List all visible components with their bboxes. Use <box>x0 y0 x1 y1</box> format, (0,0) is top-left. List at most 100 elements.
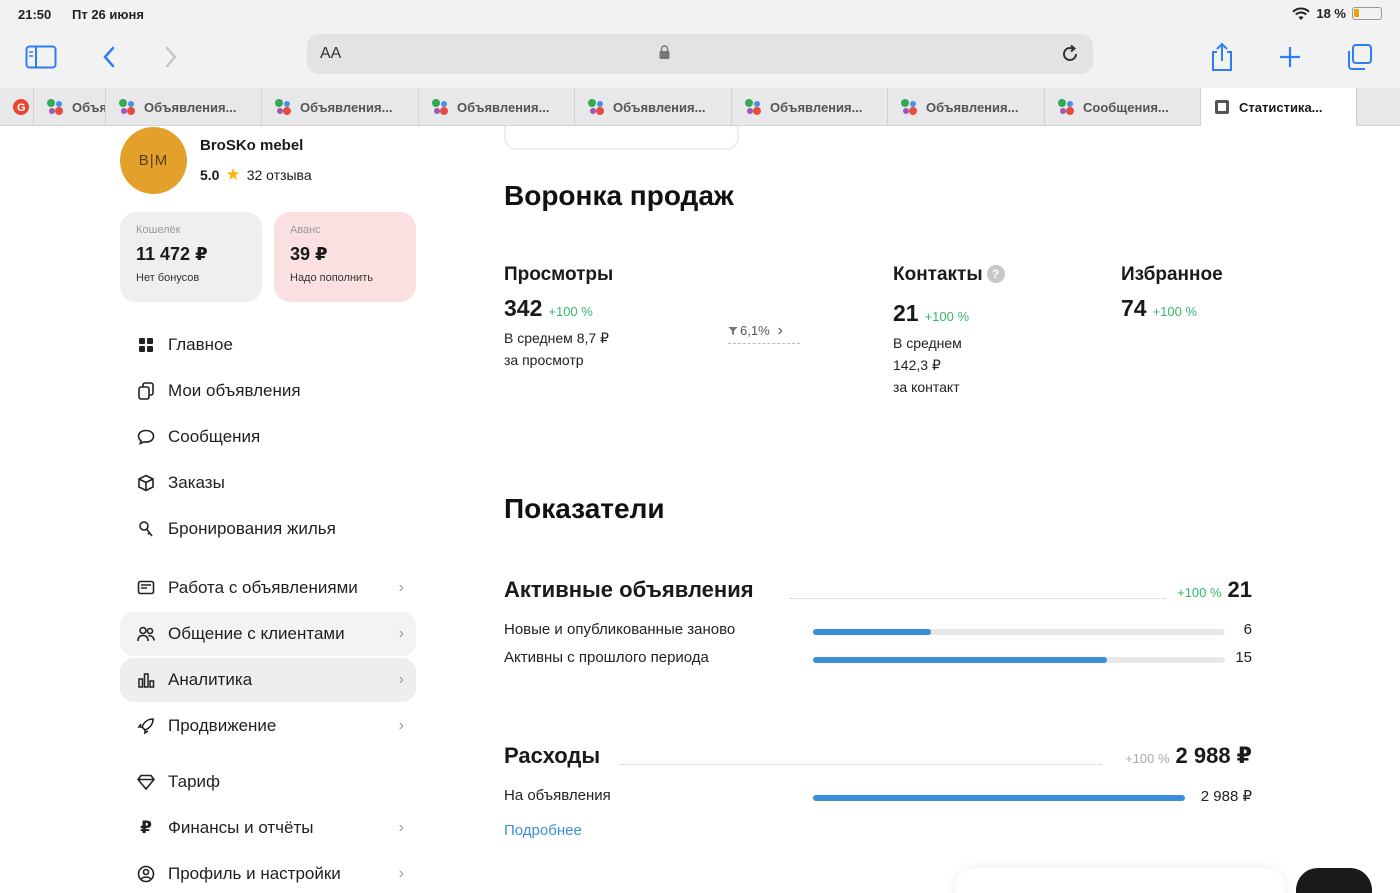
nav-promotion[interactable]: Продвижение › <box>120 704 416 748</box>
bar-chart-icon <box>136 670 156 690</box>
wifi-icon <box>1292 7 1311 20</box>
nav-tariff[interactable]: Тариф <box>120 760 416 804</box>
nav-ads-work[interactable]: Работа с объявлениями › <box>120 566 416 610</box>
avito-favicon-icon <box>588 99 604 115</box>
avatar-initials: B|M <box>138 152 169 169</box>
grid-icon <box>136 335 156 355</box>
conversion-link[interactable]: 6,1% › <box>728 318 800 344</box>
rocket-icon <box>136 716 156 736</box>
nav-my-ads[interactable]: Мои объявления <box>120 369 416 413</box>
filter-icon <box>728 326 738 335</box>
active-row-label: Новые и опубликованные заново <box>504 621 736 638</box>
reader-aa-button[interactable]: AA <box>320 45 341 63</box>
advance-value: 39 ₽ <box>290 244 328 264</box>
tab-label: Объявления... <box>926 99 1019 115</box>
chevron-right-icon: › <box>398 865 404 882</box>
nav-label: Главное <box>168 335 233 354</box>
nav-label: Бронирования жилья <box>168 519 336 538</box>
active-ads-total: 21 <box>1227 577 1252 602</box>
nav-clients[interactable]: Общение с клиентами › <box>120 612 416 656</box>
users-icon <box>136 624 156 644</box>
nav-messages[interactable]: Сообщения <box>120 415 416 459</box>
views-value-row: 342 +100 % <box>504 295 593 322</box>
tab-messages[interactable]: Сообщения... <box>1045 88 1201 126</box>
tabs-overview-icon[interactable] <box>1343 42 1375 72</box>
status-date: Пт 26 июня <box>72 7 144 22</box>
rating[interactable]: 5.0 ★ 32 отзыва <box>200 165 312 185</box>
forward-icon[interactable] <box>155 42 187 72</box>
avatar[interactable]: B|M <box>120 127 187 194</box>
chevron-right-icon: › <box>398 579 404 596</box>
tab-ads-3[interactable]: Объявления... <box>262 88 419 126</box>
nav-analytics[interactable]: Аналитика › <box>120 658 416 702</box>
expenses-row-value: 2 988 ₽ <box>1200 788 1252 805</box>
bottom-floating-panel[interactable] <box>955 868 1285 893</box>
tab-label: Объявления... <box>770 99 863 115</box>
ruble-icon: ₽ <box>140 818 152 837</box>
tab-statistics[interactable]: Статистика... <box>1201 88 1357 126</box>
address-bar[interactable]: AA <box>307 34 1093 74</box>
nav-label: Тариф <box>168 772 221 791</box>
views-value: 342 <box>504 295 543 321</box>
back-icon[interactable] <box>93 42 125 72</box>
tab-bar: G Объя Объявления... Объявления... Объяв… <box>0 88 1400 126</box>
stats-favicon-icon <box>1215 100 1229 114</box>
chevron-right-icon: › <box>398 625 404 642</box>
chevron-right-icon: › <box>398 819 404 836</box>
battery-percent: 18 % <box>1316 6 1346 21</box>
nav-orders[interactable]: Заказы <box>120 461 416 505</box>
nav-finance[interactable]: ₽ Финансы и отчёты › <box>120 806 416 850</box>
status-right: 18 % <box>1292 6 1382 21</box>
avito-favicon-icon <box>432 99 448 115</box>
nav-profile[interactable]: Профиль и настройки › <box>120 852 416 893</box>
tab-ads-5[interactable]: Объявления... <box>575 88 732 126</box>
favorites-value: 74 <box>1121 295 1147 321</box>
active-ads-total-row: +100 % 21 <box>1177 577 1252 603</box>
nav-label: Сообщения <box>168 427 261 446</box>
support-chat-button[interactable] <box>1296 868 1372 893</box>
nav-booking[interactable]: Бронирования жилья <box>120 507 416 551</box>
views-sub: В среднем 8,7 ₽ за просмотр <box>504 327 609 371</box>
share-icon[interactable] <box>1206 42 1238 72</box>
period-selector-partial[interactable] <box>504 126 739 150</box>
new-tab-icon[interactable] <box>1274 42 1306 72</box>
active-ads-growth: +100 % <box>1177 585 1222 600</box>
avito-favicon-icon <box>119 99 135 115</box>
tab-label: Объявления... <box>300 99 393 115</box>
contacts-value-row: 21 +100 % <box>893 300 969 327</box>
tab-ads-1[interactable]: Объя <box>34 88 106 126</box>
nav-label: Заказы <box>168 473 225 492</box>
tab-ads-2[interactable]: Объявления... <box>106 88 262 126</box>
tab-label: Объявления... <box>457 99 550 115</box>
tab-ads-6[interactable]: Объявления... <box>732 88 888 126</box>
question-icon[interactable]: ? <box>986 265 1005 283</box>
avito-favicon-icon <box>47 99 63 115</box>
dotted-leader <box>790 598 1166 599</box>
expenses-growth: +100 % <box>1125 751 1170 766</box>
tab-ads-7[interactable]: Объявления... <box>888 88 1045 126</box>
progress-fill <box>813 629 931 635</box>
wallet-label: Кошелёк <box>136 224 181 236</box>
contacts-growth: +100 % <box>924 309 970 324</box>
booking-key-icon <box>136 519 156 539</box>
advance-sub: Надо пополнить <box>290 272 373 284</box>
progress-bar <box>813 795 1185 801</box>
card-icon <box>136 578 156 598</box>
active-row-value: 15 <box>1235 649 1252 666</box>
wallet-card[interactable]: Кошелёк 11 472 ₽ Нет бонусов <box>120 212 262 302</box>
advance-card[interactable]: Аванс 39 ₽ Надо пополнить <box>274 212 416 302</box>
reload-icon[interactable] <box>1059 43 1081 65</box>
tab-first[interactable]: G <box>0 88 34 126</box>
shop-name[interactable]: BroSKo mebel <box>200 137 303 154</box>
details-link[interactable]: Подробнее <box>504 822 582 839</box>
nav-label: Мои объявления <box>168 381 301 400</box>
conversion-value: 6,1% <box>740 323 770 338</box>
contacts-title: Контакты <box>893 264 983 285</box>
rating-value: 5.0 <box>200 167 220 183</box>
tab-ads-4[interactable]: Объявления... <box>419 88 575 126</box>
nav-main[interactable]: Главное <box>120 323 416 367</box>
progress-bar <box>813 657 1225 663</box>
tab-label: Объявления... <box>613 99 706 115</box>
nav-label: Продвижение <box>168 716 277 735</box>
sidebar-toggle-icon[interactable] <box>25 42 57 72</box>
